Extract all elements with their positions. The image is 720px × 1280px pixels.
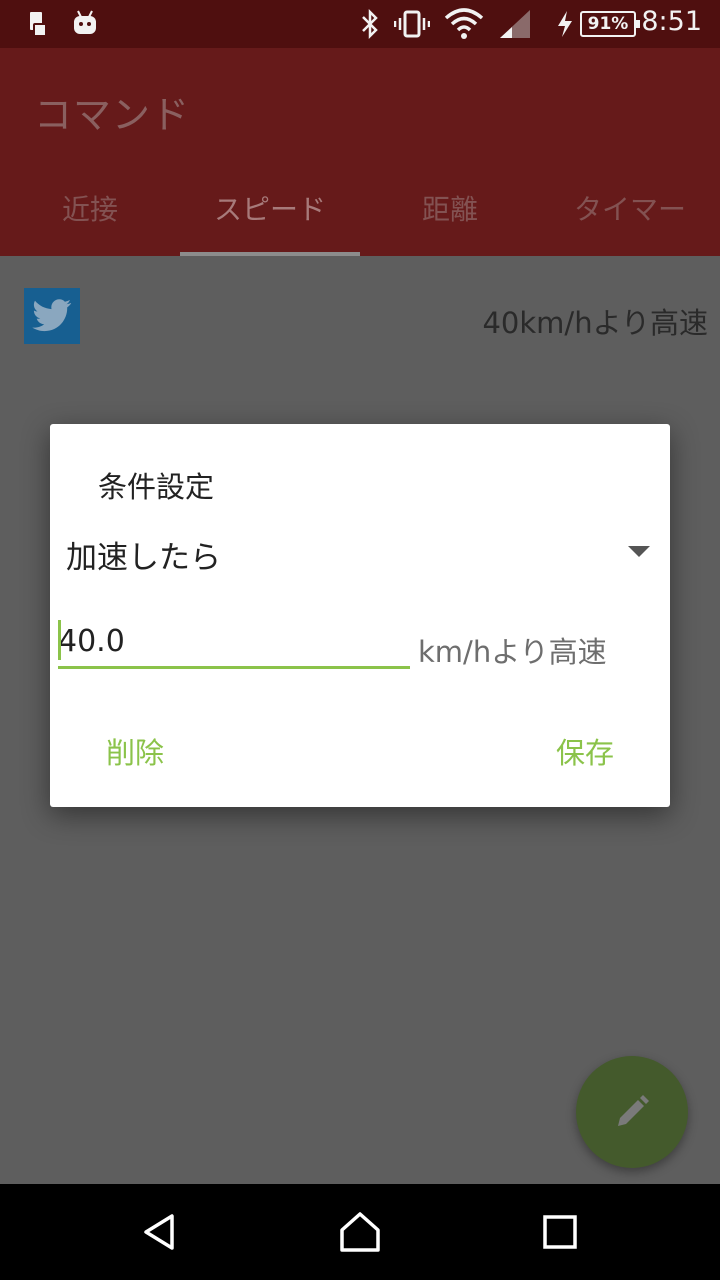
- unit-label: km/hより高速: [418, 635, 607, 669]
- tab-proximity[interactable]: 近接: [0, 160, 180, 256]
- condition-select[interactable]: 加速したら: [66, 524, 656, 580]
- dialog-title: 条件設定: [98, 470, 215, 504]
- recents-icon[interactable]: [532, 1204, 588, 1260]
- tab-speed[interactable]: スピード: [180, 160, 360, 256]
- wifi-icon: [444, 8, 484, 39]
- list-item[interactable]: 40km/hより高速: [0, 256, 720, 376]
- save-button[interactable]: 保存: [556, 730, 614, 772]
- tab-timer[interactable]: タイマー: [540, 160, 720, 256]
- status-bar: 91% 8:51: [0, 0, 720, 48]
- navigation-bar: [0, 1184, 720, 1280]
- vibrate-icon: [394, 10, 430, 38]
- pencil-icon: [618, 1095, 649, 1126]
- sim-icon: [30, 12, 47, 37]
- app-bar: コマンド 近接 スピード 距離 タイマー: [0, 48, 720, 256]
- home-icon[interactable]: [332, 1204, 388, 1260]
- condition-label: 40km/hより高速: [482, 306, 708, 340]
- dropdown-arrow-icon[interactable]: [628, 546, 650, 557]
- back-icon[interactable]: [132, 1204, 188, 1260]
- android-icon: [74, 10, 96, 34]
- bluetooth-icon: [362, 8, 378, 40]
- twitter-icon: [24, 288, 80, 344]
- speed-input[interactable]: [58, 618, 410, 664]
- tab-distance[interactable]: 距離: [360, 160, 540, 256]
- page-title: コマンド: [34, 93, 191, 137]
- signal-icon: [500, 10, 530, 38]
- charging-icon: [558, 11, 572, 37]
- select-value: 加速したら: [66, 540, 221, 576]
- speed-input-wrapper: [58, 618, 410, 670]
- input-underline: [58, 666, 410, 669]
- condition-dialog: 条件設定 加速したら km/hより高速 削除 保存: [50, 424, 670, 807]
- tab-bar: 近接 スピード 距離 タイマー: [0, 160, 720, 256]
- text-caret: [58, 620, 61, 660]
- battery-indicator: 91%: [580, 11, 640, 37]
- status-time: 8:51: [641, 6, 702, 37]
- delete-button[interactable]: 削除: [106, 730, 164, 772]
- edit-fab[interactable]: [576, 1056, 688, 1168]
